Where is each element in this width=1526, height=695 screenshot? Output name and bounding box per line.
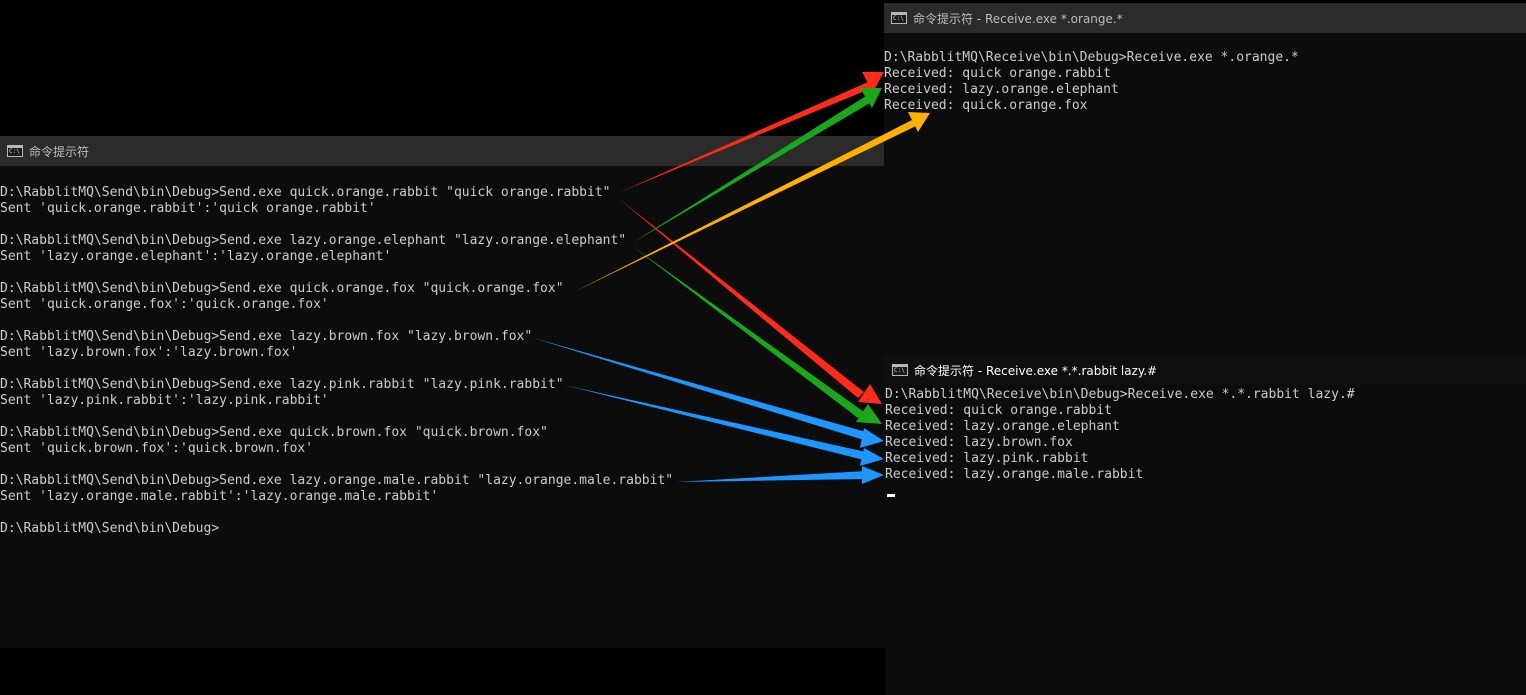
arrow-blue-lazy-brown-fox-head (860, 428, 884, 448)
arrow-orange-to-receive-1 (574, 120, 916, 292)
arrow-red-to-receive-2 (618, 198, 864, 398)
arrow-blue-lazy-orange-male-rabbit-head (862, 466, 884, 484)
arrow-blue-lazy-orange-male-rabbit (676, 471, 866, 482)
annotation-arrows (530, 72, 930, 484)
arrow-blue-lazy-brown-fox (530, 337, 866, 440)
arrow-green-to-receive-1 (632, 96, 870, 243)
arrow-green-to-receive-2 (632, 246, 864, 418)
arrow-blue-lazy-pink-rabbit-head (860, 448, 884, 466)
